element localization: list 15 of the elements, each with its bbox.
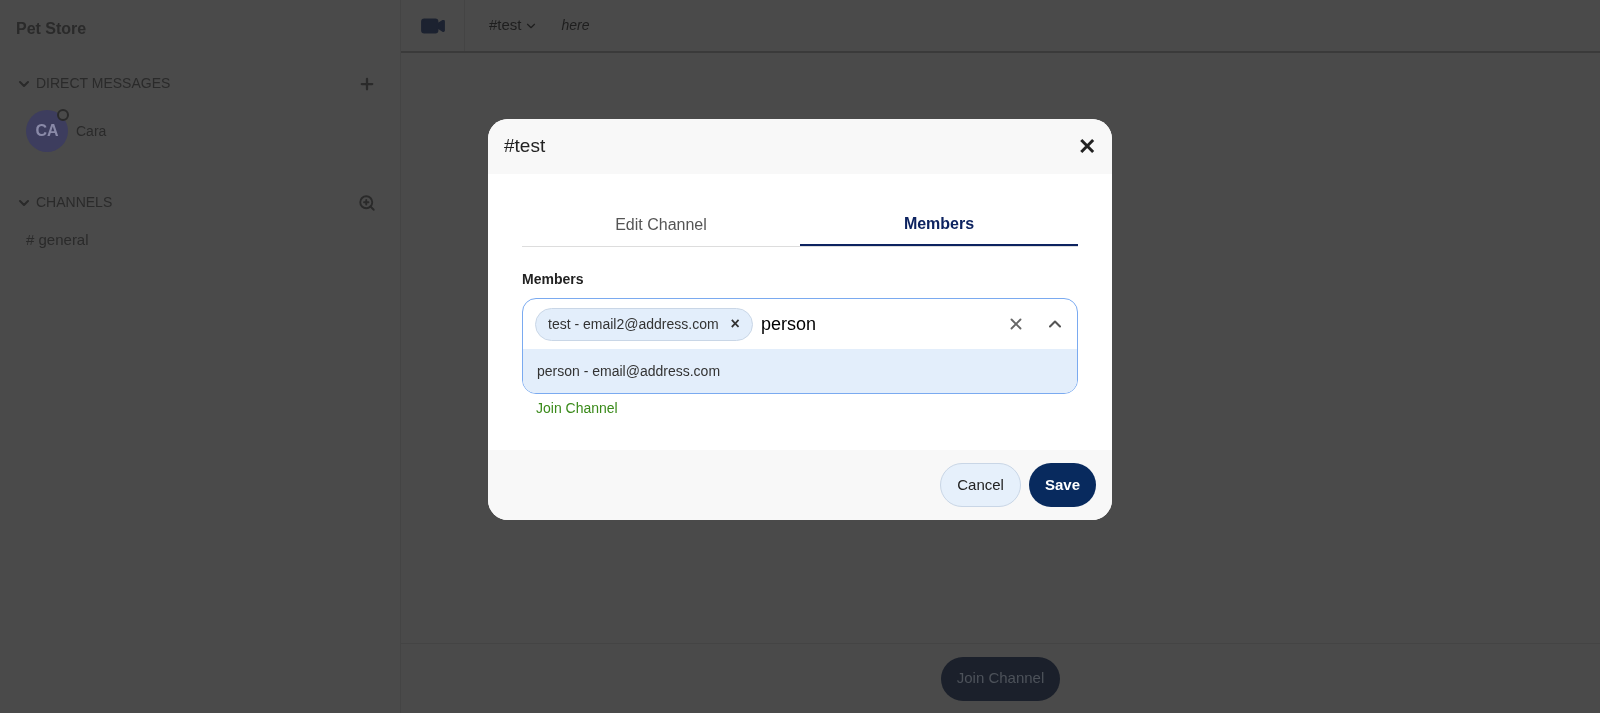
dropdown-option[interactable]: person - email@address.com [523, 349, 1077, 393]
tab[interactable]: Members [800, 204, 1078, 246]
zoom-in-icon[interactable] [358, 193, 376, 212]
join-channel-link[interactable]: Join Channel [536, 400, 618, 416]
remove-chip-button[interactable]: × [730, 316, 740, 332]
input-field[interactable]: person [760, 310, 999, 338]
save-button[interactable]: Save [1028, 463, 1096, 507]
dialog-title: #test [504, 134, 546, 159]
cancel-button[interactable]: Cancel [940, 463, 1021, 507]
tab[interactable]: Edit Channel [522, 204, 800, 246]
members-select[interactable]: test - email2@address.com × person person - email@address.com [522, 298, 1078, 394]
field-label: Members [522, 270, 585, 289]
close-button[interactable]: ✕ [1078, 135, 1096, 158]
member-chip: test - email2@address.com × [535, 307, 753, 341]
avatar: CA [26, 110, 68, 152]
